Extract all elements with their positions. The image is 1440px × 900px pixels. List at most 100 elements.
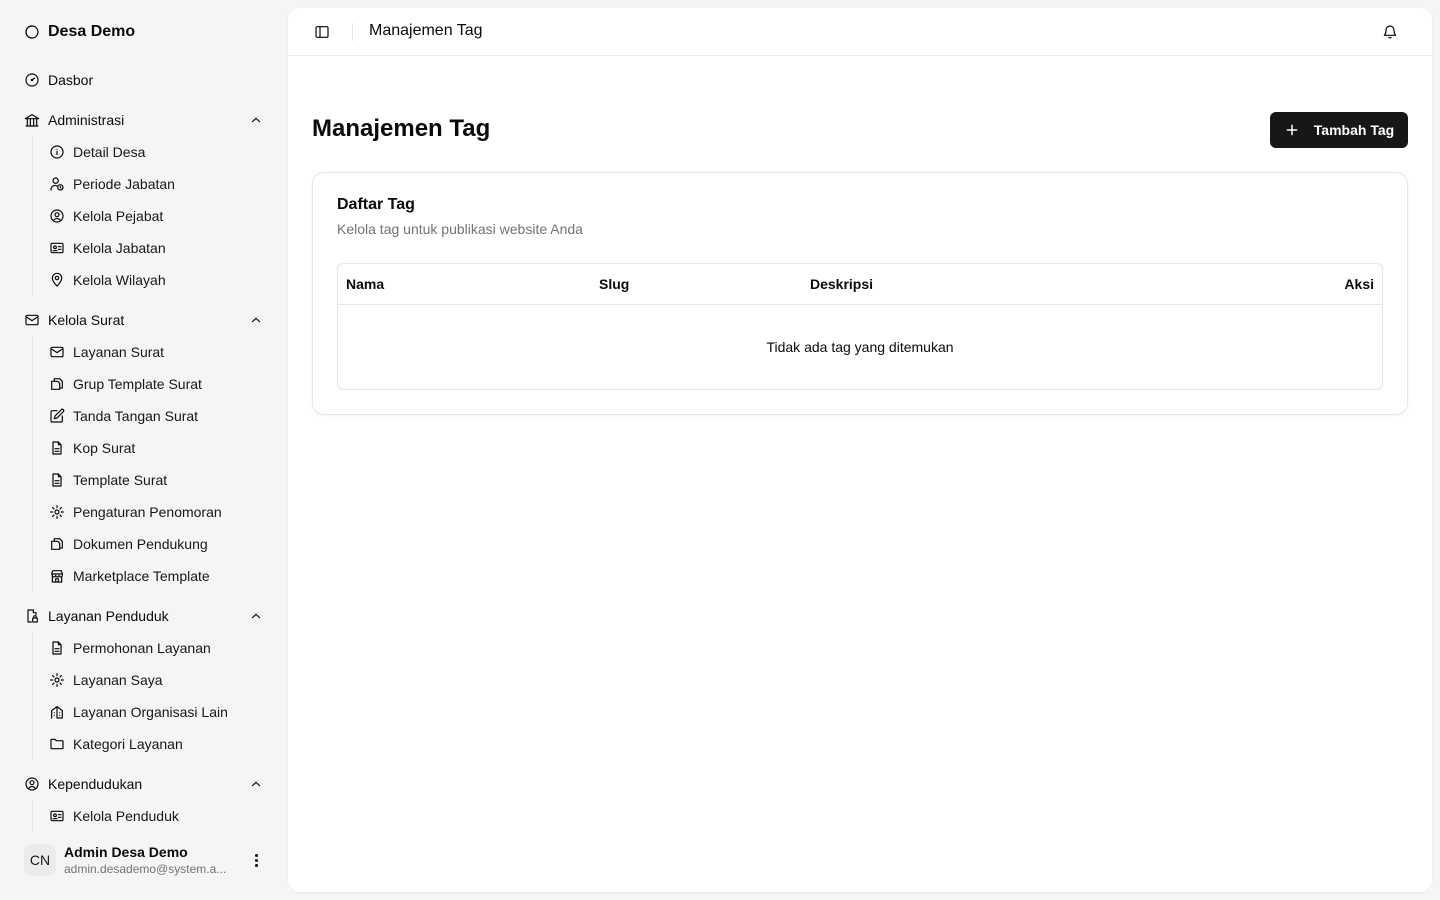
sidebar-item-label: Grup Template Surat xyxy=(73,376,202,392)
gauge-icon xyxy=(24,72,40,88)
sidebar-item-marketplace-template[interactable]: Marketplace Template xyxy=(41,562,272,590)
map-pin-icon xyxy=(49,272,65,288)
sidebar-item-label: Layanan Saya xyxy=(73,672,163,688)
sidebar-item-label: Detail Desa xyxy=(73,144,146,160)
topbar: Manajemen Tag xyxy=(288,8,1432,56)
file-lock-icon xyxy=(24,608,40,624)
sidebar-item-dasbor[interactable]: Dasbor xyxy=(16,64,272,96)
sidebar-item-label: Kategori Layanan xyxy=(73,736,183,752)
add-tag-label: Tambah Tag xyxy=(1313,122,1395,138)
sidebar-item-kelola-pejabat[interactable]: Kelola Pejabat xyxy=(41,202,272,230)
sidebar-item-label: Kop Surat xyxy=(73,440,136,456)
sidebar-item-label: Permohonan Layanan xyxy=(73,640,211,656)
sidebar-group-layanan-penduduk[interactable]: Layanan Penduduk xyxy=(16,600,272,632)
user-clock-icon xyxy=(49,176,65,192)
sidebar-item-layanan-saya[interactable]: Layanan Saya xyxy=(41,666,272,694)
tag-list-card: Daftar Tag Kelola tag untuk publikasi we… xyxy=(312,172,1408,415)
avatar: CN xyxy=(24,844,56,876)
sidebar-group-kependudukan[interactable]: Kependudukan xyxy=(16,768,272,800)
id-card-icon xyxy=(49,808,65,824)
sidebar-item-periode-jabatan[interactable]: Periode Jabatan xyxy=(41,170,272,198)
card-description: Kelola tag untuk publikasi website Anda xyxy=(337,221,583,237)
sidebar-item-label: Dasbor xyxy=(48,72,94,88)
sidebar-group-label: Administrasi xyxy=(48,112,125,128)
sidebar-item-dokumen-pendukung[interactable]: Dokumen Pendukung xyxy=(41,530,272,558)
sidebar-group-kelola-surat[interactable]: Kelola Surat xyxy=(16,304,272,336)
user-email: admin.desademo@system.a... xyxy=(64,861,227,876)
sidebar-item-layanan-organisasi-lain[interactable]: Layanan Organisasi Lain xyxy=(41,698,272,726)
sidebar-item-label: Periode Jabatan xyxy=(73,176,175,192)
store-icon xyxy=(49,568,65,584)
file-text-icon xyxy=(49,640,65,656)
breadcrumb-title: Manajemen Tag xyxy=(369,22,483,39)
subnav-line xyxy=(32,136,33,296)
brand[interactable]: Desa Demo xyxy=(24,20,135,44)
user-menu[interactable]: CN Admin Desa Demo admin.desademo@system… xyxy=(16,836,272,884)
main-panel: Manajemen Tag Manajemen Tag Tambah Tag D… xyxy=(288,8,1432,892)
sidebar-item-permohonan-layanan[interactable]: Permohonan Layanan xyxy=(41,634,272,662)
files-icon xyxy=(49,536,65,552)
chevron-up-icon xyxy=(248,776,264,792)
sidebar-item-label: Template Surat xyxy=(73,472,168,488)
building-icon xyxy=(49,704,65,720)
column-header-aksi: Aksi xyxy=(1344,276,1374,292)
file-text-icon xyxy=(49,440,65,456)
chevron-up-icon xyxy=(248,608,264,624)
column-header-slug: Slug xyxy=(599,276,630,292)
sidebar-item-kelola-jabatan[interactable]: Kelola Jabatan xyxy=(41,234,272,262)
user-circle-icon xyxy=(24,776,40,792)
sidebar: Desa Demo Dasbor Administrasi Detail Des… xyxy=(0,0,288,900)
subnav-line xyxy=(32,800,33,832)
sidebar-item-template-surat[interactable]: Template Surat xyxy=(41,466,272,494)
sidebar-item-pengaturan-penomoran[interactable]: Pengaturan Penomoran xyxy=(41,498,272,526)
subnav-line xyxy=(32,336,33,592)
sidebar-toggle-button[interactable] xyxy=(310,20,334,44)
sidebar-item-kelola-wilayah[interactable]: Kelola Wilayah xyxy=(41,266,272,294)
landmark-icon xyxy=(24,112,40,128)
chevron-up-icon xyxy=(248,112,264,128)
sidebar-item-tanda-tangan-surat[interactable]: Tanda Tangan Surat xyxy=(41,402,272,430)
info-icon xyxy=(49,144,65,160)
sidebar-item-label: Layanan Surat xyxy=(73,344,165,360)
mail-icon xyxy=(49,344,65,360)
more-vertical-icon[interactable] xyxy=(248,852,264,868)
chevron-up-icon xyxy=(248,312,264,328)
sidebar-item-layanan-surat[interactable]: Layanan Surat xyxy=(41,338,272,366)
empty-state: Tidak ada tag yang ditemukan xyxy=(766,339,954,355)
bell-icon xyxy=(1382,24,1398,40)
subnav-line xyxy=(32,632,33,760)
user-circle-icon xyxy=(49,208,65,224)
sidebar-item-detail-desa[interactable]: Detail Desa xyxy=(41,138,272,166)
sidebar-group-label: Kelola Surat xyxy=(48,312,125,328)
table-header: Nama Slug Deskripsi Aksi xyxy=(338,264,1382,305)
user-info: Admin Desa Demo admin.desademo@system.a.… xyxy=(64,844,240,877)
notifications-button[interactable] xyxy=(1378,20,1402,44)
gear-icon xyxy=(49,672,65,688)
tag-table: Nama Slug Deskripsi Aksi Tidak ada tag y… xyxy=(337,263,1383,390)
files-icon xyxy=(49,376,65,392)
panel-left-icon xyxy=(314,24,330,40)
mail-icon xyxy=(24,312,40,328)
brand-title: Desa Demo xyxy=(48,23,136,40)
sidebar-item-label: Dokumen Pendukung xyxy=(73,536,208,552)
page-title: Manajemen Tag xyxy=(312,115,491,142)
sidebar-item-kategori-layanan[interactable]: Kategori Layanan xyxy=(41,730,272,758)
user-name: Admin Desa Demo xyxy=(64,843,188,860)
sidebar-item-label: Kelola Penduduk xyxy=(73,808,179,824)
sidebar-group-administrasi[interactable]: Administrasi xyxy=(16,104,272,136)
sidebar-item-label: Kelola Pejabat xyxy=(73,208,164,224)
topbar-divider xyxy=(352,23,353,41)
circle-logo-icon xyxy=(24,24,40,40)
sidebar-item-label: Layanan Organisasi Lain xyxy=(73,704,228,720)
sidebar-item-label: Tanda Tangan Surat xyxy=(73,408,199,424)
sidebar-group-label: Layanan Penduduk xyxy=(48,608,169,624)
sidebar-group-label: Kependudukan xyxy=(48,776,143,792)
sidebar-item-grup-template-surat[interactable]: Grup Template Surat xyxy=(41,370,272,398)
add-tag-button[interactable]: Tambah Tag xyxy=(1270,112,1408,148)
sidebar-item-kelola-penduduk[interactable]: Kelola Penduduk xyxy=(41,802,272,830)
file-text-icon xyxy=(49,472,65,488)
pen-square-icon xyxy=(49,408,65,424)
sidebar-item-kop-surat[interactable]: Kop Surat xyxy=(41,434,272,462)
sidebar-item-label: Pengaturan Penomoran xyxy=(73,504,222,520)
sidebar-item-label: Kelola Wilayah xyxy=(73,272,166,288)
